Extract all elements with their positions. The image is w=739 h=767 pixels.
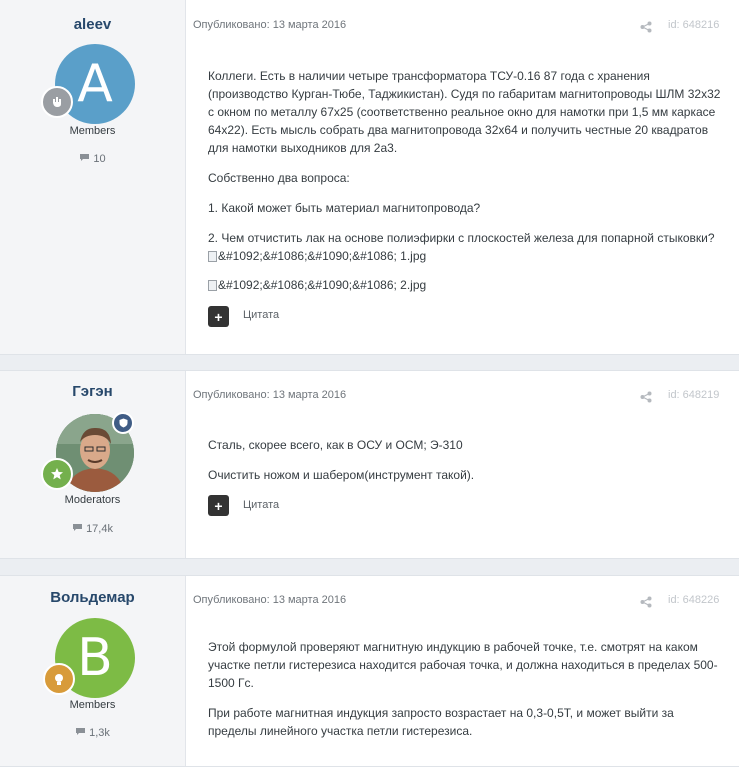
post-paragraph: Очистить ножом и шабером(инструмент тако… [208,468,475,482]
broken-image-icon [208,279,217,291]
comment-icon [79,153,93,165]
author-name[interactable]: Гэгэн [0,383,185,400]
share-icon[interactable] [640,390,652,403]
post-count: 17,4k [0,523,185,535]
comment-icon [75,727,89,739]
share-icon[interactable] [640,20,652,33]
rank-badge-icon [41,458,73,490]
multiquote-plus-button[interactable]: + [208,495,229,516]
attached-image-2[interactable]: &#1092;&#1086;&#1090;&#1086; 2.jpg [208,276,723,294]
post-count-value: 10 [93,153,106,165]
post-paragraph: 1. Какой может быть материал магнитопров… [208,201,481,215]
post-paragraph: Собственно два вопроса: [208,171,350,185]
post-id[interactable]: id: 648219 [668,389,719,401]
comment-icon [72,523,86,535]
post-648216: aleev A Members 10 Опубликовано: 13 март… [0,0,739,355]
rank-badge-icon [43,663,75,695]
author-name[interactable]: aleev [0,16,185,33]
rank-badge-icon [41,86,73,118]
broken-image-icon [208,250,217,262]
author-name[interactable]: Вольдемар [0,589,185,606]
moderator-shield-icon [112,412,134,434]
author-group: Members [69,125,116,137]
post-content: Этой формулой проверяют магнитную индукц… [208,638,723,752]
post-648226: Вольдемар B Members 1,3k Опубликовано: 1… [0,575,739,767]
multiquote-plus-button[interactable]: + [208,306,229,327]
image-alt-text: &#1092;&#1086;&#1090;&#1086; 1.jpg [218,249,427,263]
post-paragraph: Коллеги. Есть в наличии четыре трансформ… [208,69,721,155]
post-648219: Гэгэн Moderators 17,4k Опубликовано: 13 … [0,370,739,559]
post-count: 1,3k [0,727,185,739]
share-icon[interactable] [640,595,652,608]
post-paragraph: При работе магнитная индукция запросто в… [208,706,674,738]
post-count-value: 17,4k [86,523,113,535]
published-date[interactable]: Опубликовано: 13 марта 2016 [193,19,346,31]
post-id[interactable]: id: 648226 [668,594,719,606]
quote-button[interactable]: Цитата [243,499,279,511]
post-id[interactable]: id: 648216 [668,19,719,31]
quote-button[interactable]: Цитата [243,309,279,321]
image-alt-text: &#1092;&#1086;&#1090;&#1086; 2.jpg [218,278,427,292]
post-paragraph: Этой формулой проверяют магнитную индукц… [208,640,718,690]
post-content: Сталь, скорее всего, как в ОСУ и ОСМ; Э-… [208,436,723,496]
author-group: Members [69,699,116,711]
post-paragraph: Сталь, скорее всего, как в ОСУ и ОСМ; Э-… [208,438,463,452]
post-paragraph: 2. Чем отчистить лак на основе полиэфирк… [208,231,715,245]
published-date[interactable]: Опубликовано: 13 марта 2016 [193,594,346,606]
author-group: Moderators [64,494,121,506]
post-count-value: 1,3k [89,727,110,739]
attached-image-1[interactable]: &#1092;&#1086;&#1090;&#1086; 1.jpg [208,247,723,265]
post-content: Коллеги. Есть в наличии четыре трансформ… [208,67,723,294]
post-count: 10 [0,153,185,165]
published-date[interactable]: Опубликовано: 13 марта 2016 [193,389,346,401]
